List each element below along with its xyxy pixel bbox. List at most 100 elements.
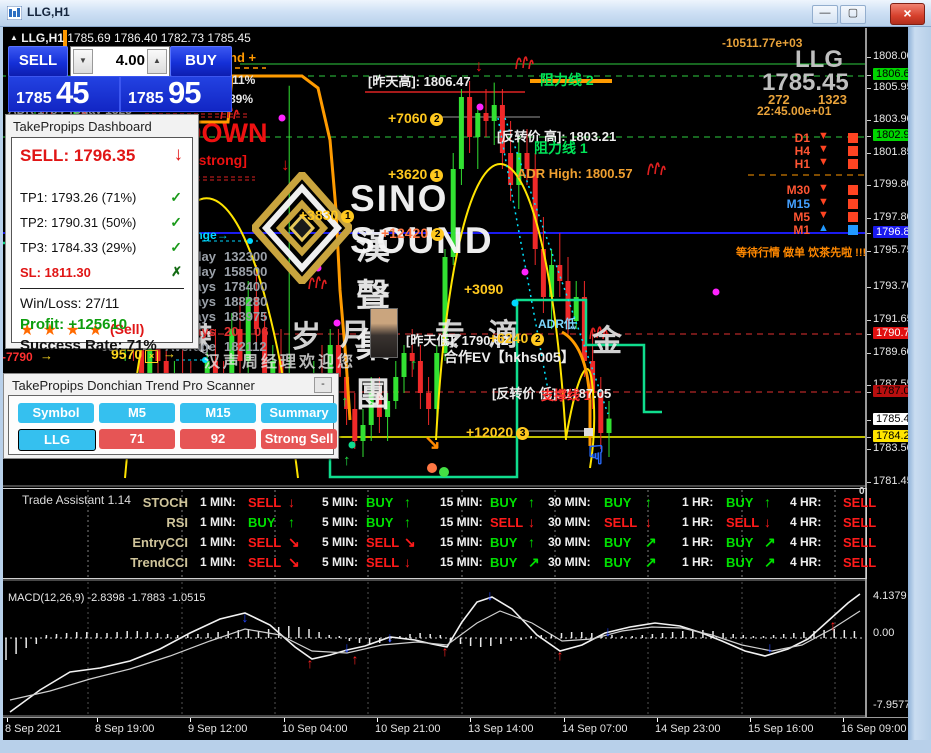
assistant-signal: BUY [248,515,276,530]
assistant-signal: BUY [604,495,632,510]
scanner-value-cell[interactable]: Strong Sell [261,429,337,449]
lot-size-box: ▼ 4.00 ▲ [70,46,170,77]
scanner-header-m15[interactable]: M15 [180,403,256,423]
time-axis-label: 13 Sep 14:00 [468,723,534,735]
assistant-timeframe-label: 1 MIN: [200,535,236,549]
lot-increase-button[interactable]: ▲ [147,49,167,74]
sl-cross-icon: ✗ [171,264,182,279]
collapse-icon[interactable]: ▲ [10,33,18,42]
price-axis-tick: 1808.00 [873,50,913,62]
price-axis-tick: 1799.80 [873,178,913,190]
sl-row: SL: 1811.30 [20,265,91,280]
assistant-signal: BUY [604,555,632,570]
header-ohlc: 1785.69 1786.40 1782.73 1785.45 [67,31,251,45]
price-axis-tick: 1805.95 [873,81,913,93]
restore-button[interactable]: ▢ [840,5,866,24]
assistant-signal: SELL [490,515,524,530]
time-axis-label: 9 Sep 12:00 [188,723,248,735]
app-icon [7,6,22,20]
lot-decrease-button[interactable]: ▼ [73,49,93,74]
tp-row: TP2: 1790.31 (50%) [20,215,137,230]
assistant-signal-arrow-icon: ↓ [288,494,295,510]
assistant-signal: BUY [726,535,754,550]
price-axis-tick: 1793.70 [873,280,913,292]
macd-indicator-label: MACD(12,26,9) -2.8398 -1.7883 -1.0515 [8,592,206,604]
assistant-timeframe-label: 30 MIN: [548,495,591,509]
dashboard-body: SELL: 1796.35 ↓ ★ ★ ★ ★ (Sell) TP1: 1793… [11,137,193,354]
time-axis-label: 10 Sep 21:00 [375,723,441,735]
scanner-header-symbol[interactable]: Symbol [18,403,94,423]
scanner-header-m5[interactable]: M5 [99,403,175,423]
assistant-signal-arrow-icon: ↗ [645,534,657,550]
assistant-timeframe-label: 1 MIN: [200,515,236,529]
sell-button[interactable]: SELL [8,46,68,77]
takepropips-dashboard-panel: TakePropips Dashboard SELL: 1796.35 ↓ ★ … [5,114,199,354]
assistant-signal-arrow-icon: ↘ [288,534,300,550]
assistant-signal: BUY [726,495,754,510]
assistant-timeframe-label: 1 HR: [682,495,714,509]
assistant-timeframe-label: 15 MIN: [440,515,483,529]
assistant-signal-arrow-icon: ↑ [404,494,411,510]
scanner-symbol-cell[interactable]: LLG [18,429,96,451]
assistant-signal-arrow-icon: ↑ [528,494,535,510]
window-title: LLG,H1 [27,5,70,19]
window-frame-bottom [0,740,931,753]
chart-symbol-header: ▲ LLG,H1 1785.69 1786.40 1782.73 1785.45 [10,31,251,45]
time-axis[interactable]: 8 Sep 2021 8 Sep 19:00 9 Sep 12:00 10 Sep 0… [0,717,908,741]
time-axis-label: 8 Sep 19:00 [95,723,155,735]
assistant-signal: SELL [366,535,400,550]
time-axis-label: 10 Sep 04:00 [282,723,348,735]
assistant-signal: BUY [490,535,518,550]
assistant-signal: SELL [604,515,638,530]
lot-size-value[interactable]: 4.00 [95,52,145,69]
assistant-signal-arrow-icon: ↑ [288,514,295,530]
time-axis-label: 8 Sep 2021 [5,723,62,735]
assistant-timeframe-label: 30 MIN: [548,555,591,569]
check-icon: ✓ [170,214,182,230]
price-axis[interactable]: 1808.00 1806.64 1805.95 1803.90 1802.90 1801.… [866,28,919,717]
close-button[interactable]: × [890,3,925,25]
price-axis-tick: 1783.50 [873,442,913,454]
time-axis-label: 14 Sep 07:00 [562,723,628,735]
buy-price-display[interactable]: 1785 95 [120,75,232,112]
assistant-signal: BUY [604,535,632,550]
dashboard-title: TakePropips Dashboard [13,119,152,134]
window-frame-right [908,26,931,740]
assistant-signal: BUY [490,555,518,570]
assistant-signal-arrow-icon: ↓ [645,514,652,530]
assistant-timeframe-label: 1 HR: [682,535,714,549]
dashboard-signal: SELL: 1796.35 [20,146,136,165]
sell-price-main: 1785 [16,90,52,107]
assistant-timeframe-label: 1 MIN: [200,555,236,569]
assistant-signal-arrow-icon: ↘ [288,554,300,570]
dashboard-stat: Win/Loss: 27/11 [20,295,120,311]
assistant-signal: SELL [843,495,877,510]
minimize-button[interactable]: — [812,5,838,24]
assistant-timeframe-label: 15 MIN: [440,555,483,569]
title-bar: LLG,H1 [0,0,931,27]
assistant-timeframe-label: 5 MIN: [322,535,358,549]
assistant-signal-arrow-icon: ↓ [528,514,535,530]
assistant-signal: SELL [248,535,282,550]
scanner-value-cell[interactable]: 71 [99,429,175,449]
time-axis-label: 16 Sep 09:00 [841,723,907,735]
scanner-minimize-button[interactable]: - [314,377,332,393]
assistant-signal: BUY [366,515,394,530]
assistant-timeframe-label: 5 MIN: [322,495,358,509]
check-icon: ✓ [170,189,182,205]
assistant-signal: SELL [843,515,877,530]
assistant-timeframe-label: 5 MIN: [322,515,358,529]
assistant-row-label: STOCH [142,495,188,510]
assistant-timeframe-label: 4 HR: [790,535,822,549]
assistant-timeframe-label: 5 MIN: [322,555,358,569]
assistant-signal: BUY [490,495,518,510]
scanner-body: Symbol M5 M15 Summary LLG 71 92 Strong Sell [8,395,337,455]
tp-row: TP3: 1784.33 (29%) [20,240,137,255]
price-axis-tick: 1789.60 [873,346,913,358]
scanner-value-cell[interactable]: 92 [180,429,256,449]
assistant-signal: SELL [843,535,877,550]
assistant-row-label: EntryCCI [132,535,188,550]
scanner-header-summary[interactable]: Summary [261,403,337,423]
buy-button[interactable]: BUY [170,46,232,77]
sell-price-display[interactable]: 1785 45 [8,75,120,112]
